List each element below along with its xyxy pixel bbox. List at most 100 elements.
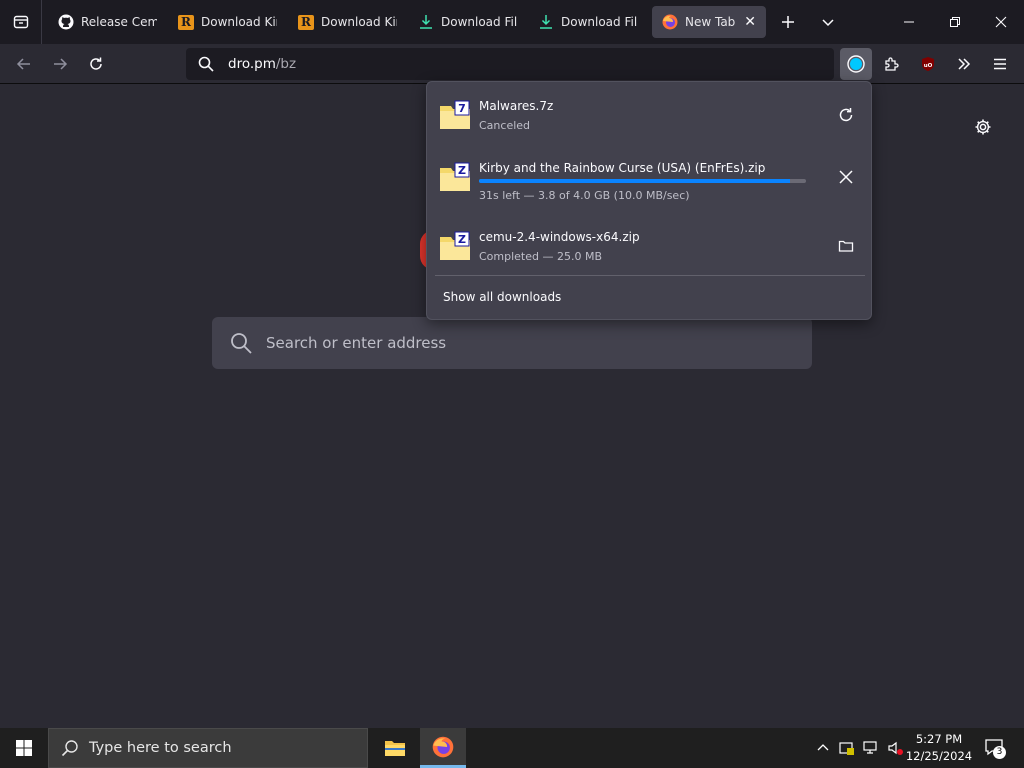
svg-text:Z: Z xyxy=(458,233,466,246)
tab-label: Release Cemu xyxy=(81,15,157,29)
download-status: Completed — 25.0 MB xyxy=(479,250,603,263)
download-progress-fill xyxy=(479,179,790,183)
start-button[interactable] xyxy=(0,728,48,768)
archive-file-icon: Z xyxy=(440,162,470,191)
minimize-button[interactable] xyxy=(886,0,932,44)
archive-file-icon: Z xyxy=(440,231,470,260)
close-tab-icon[interactable]: ✕ xyxy=(744,14,756,30)
newtab-search-box[interactable]: Search or enter address xyxy=(212,317,812,369)
tab-download-kirby-2[interactable]: R Download Kirl xyxy=(288,6,408,38)
github-icon xyxy=(58,14,74,30)
arrow-right-icon xyxy=(54,57,68,70)
close-window-button[interactable] xyxy=(978,0,1024,44)
show-in-folder-button[interactable] xyxy=(833,233,859,259)
tab-label: Download File xyxy=(441,15,517,29)
more-tools-button[interactable] xyxy=(948,48,980,80)
restore-icon xyxy=(950,17,960,27)
download-icon xyxy=(418,14,434,30)
firefox-view-icon xyxy=(13,15,28,29)
search-icon xyxy=(61,740,78,757)
download-filename: cemu-2.4-windows-x64.zip xyxy=(479,230,640,244)
windows-logo-icon xyxy=(16,740,32,756)
retry-icon xyxy=(839,108,853,122)
chevron-down-icon xyxy=(822,19,834,27)
reload-icon xyxy=(90,57,102,70)
download-item-cemu[interactable]: Z cemu-2.4-windows-x64.zip Completed — 2… xyxy=(427,215,873,275)
gear-icon xyxy=(975,119,991,135)
firefox-icon xyxy=(432,736,454,757)
download-status: Canceled xyxy=(479,119,531,132)
download-item-malwares[interactable]: 7 Malwares.7z Canceled xyxy=(427,84,873,144)
app-menu-button[interactable] xyxy=(984,48,1016,80)
notification-center-button[interactable]: 3 xyxy=(980,728,1010,768)
show-all-downloads-link[interactable]: Show all downloads xyxy=(443,290,561,304)
tab-download-kirby-1[interactable]: R Download Kirl xyxy=(168,6,288,38)
security-tray-icon[interactable] xyxy=(836,728,858,768)
taskbar-search-placeholder: Type here to search xyxy=(89,740,232,756)
ublock-origin-button[interactable]: uO xyxy=(912,48,944,80)
folder-icon xyxy=(838,240,854,252)
tab-label: Download Kirl xyxy=(321,15,397,29)
r-logo-icon: R xyxy=(178,14,194,30)
tab-label: Download Kirl xyxy=(201,15,277,29)
download-filename: Kirby and the Rainbow Curse (USA) (EnFrE… xyxy=(479,161,766,175)
list-all-tabs-button[interactable] xyxy=(808,0,848,44)
url-text[interactable]: dro.pm/bz xyxy=(228,56,296,72)
settings-gear-button[interactable] xyxy=(972,116,994,138)
tab-label: Download File xyxy=(561,15,637,29)
url-path: /bz xyxy=(275,56,297,72)
file-explorer-taskbar-button[interactable] xyxy=(372,728,418,768)
tab-bar: Release Cemu R Download Kirl R Download … xyxy=(0,0,1024,44)
network-tray-icon[interactable] xyxy=(860,728,882,768)
address-bar[interactable]: dro.pm/bz xyxy=(186,48,834,80)
restore-button[interactable] xyxy=(932,0,978,44)
download-progress-icon xyxy=(847,55,865,73)
shield-warning-icon xyxy=(839,742,854,755)
firefox-view-button[interactable] xyxy=(0,0,42,44)
chevron-up-icon xyxy=(817,744,829,751)
tab-release-cemu[interactable]: Release Cemu xyxy=(48,6,168,38)
download-progress-bar xyxy=(479,179,806,183)
plus-icon xyxy=(782,16,794,28)
download-filename: Malwares.7z xyxy=(479,99,554,113)
divider xyxy=(435,275,865,276)
firefox-taskbar-button[interactable] xyxy=(420,728,466,768)
url-host: dro.pm xyxy=(228,56,276,72)
taskbar-search-box[interactable]: Type here to search xyxy=(48,728,368,768)
firefox-icon xyxy=(662,14,678,30)
minimize-icon xyxy=(904,21,914,23)
double-chevron-right-icon xyxy=(958,58,971,70)
forward-button[interactable] xyxy=(44,48,76,80)
back-button[interactable] xyxy=(8,48,40,80)
download-status: 31s left — 3.8 of 4.0 GB (10.0 MB/sec) xyxy=(479,189,690,202)
search-placeholder: Search or enter address xyxy=(266,334,447,352)
download-item-kirby[interactable]: Z Kirby and the Rainbow Curse (USA) (EnF… xyxy=(427,146,873,206)
system-clock[interactable]: 5:27 PM 12/25/2024 xyxy=(904,731,974,765)
new-tab-button[interactable] xyxy=(768,0,808,44)
search-icon xyxy=(231,333,252,354)
svg-text:uO: uO xyxy=(924,63,933,69)
ublock-icon: uO xyxy=(922,57,934,71)
cancel-download-button[interactable] xyxy=(833,164,859,190)
tab-download-file-2[interactable]: Download File xyxy=(528,6,648,38)
clock-time: 5:27 PM xyxy=(915,732,963,746)
archive-file-icon: 7 xyxy=(440,100,470,129)
svg-text:Z: Z xyxy=(458,164,466,177)
clock-date: 12/25/2024 xyxy=(905,749,973,763)
downloads-panel: 7 Malwares.7z Canceled Z Kirby and the R… xyxy=(426,81,872,320)
search-icon xyxy=(198,56,214,72)
retry-download-button[interactable] xyxy=(833,102,859,128)
tab-new-tab[interactable]: New Tab ✕ xyxy=(652,6,766,38)
volume-tray-icon[interactable] xyxy=(884,728,906,768)
puzzle-icon xyxy=(885,57,899,71)
r-logo-icon: R xyxy=(298,14,314,30)
show-hidden-icons-button[interactable] xyxy=(812,728,834,768)
tab-download-file-1[interactable]: Download File xyxy=(408,6,528,38)
downloads-button[interactable] xyxy=(840,48,872,80)
network-disconnected-icon xyxy=(863,741,877,754)
reload-button[interactable] xyxy=(80,48,112,80)
hamburger-icon xyxy=(994,58,1006,70)
tab-label: New Tab xyxy=(685,15,736,29)
arrow-left-icon xyxy=(16,57,30,70)
extensions-button[interactable] xyxy=(876,48,908,80)
